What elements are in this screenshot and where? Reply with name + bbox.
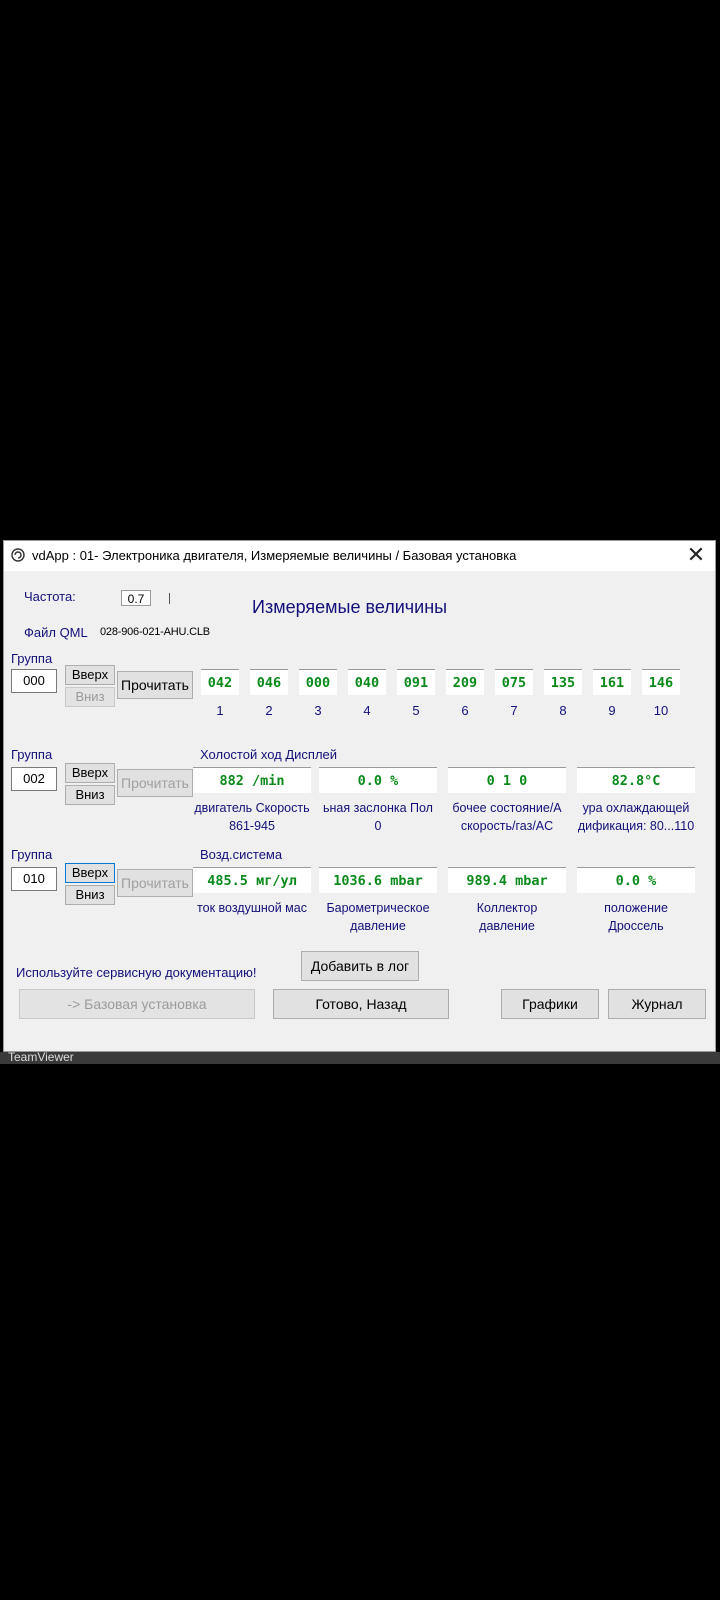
basic-setting-button[interactable]: -> Базовая установка [19, 989, 255, 1019]
group2-desc-1-line-1: двигатель Скорость [194, 801, 310, 815]
group3-desc-1-line-1: ток воздушной мас [197, 901, 307, 915]
file-label: Файл QML [24, 625, 88, 640]
service-notice: Используйте сервисную документацию! [16, 965, 257, 980]
group2-read-button[interactable]: Прочитать [117, 769, 193, 797]
group1-value-6: 209 [446, 669, 484, 695]
group3-desc-2-line-1: Барометрическое [326, 901, 430, 915]
group3-desc-4-line-2: Дроссель [608, 919, 664, 933]
title-bar: vdApp : 01- Электроника двигателя, Измер… [4, 541, 715, 571]
page-title: Измеряемые величины [252, 597, 448, 617]
group3-label: Группа [11, 847, 53, 862]
group1-value-10: 146 [642, 669, 680, 695]
group1-field-number-2: 2 [265, 703, 273, 718]
group1-field-number-8: 8 [559, 703, 567, 718]
group1-field-number-4: 4 [363, 703, 371, 718]
journal-button[interactable]: Журнал [608, 989, 706, 1019]
close-icon[interactable]: ✕ [683, 543, 709, 569]
add-log-button[interactable]: Добавить в лог [301, 951, 419, 981]
group2-desc-2-line-1: ьная заслонка Пол [323, 801, 433, 815]
group3-value-1: 485.5 мг/ул [193, 867, 311, 893]
group2-desc-2-line-2: 0 [374, 819, 382, 833]
group3-header: Возд.система [200, 847, 283, 862]
group1-value-9: 161 [593, 669, 631, 695]
group2-down-button[interactable]: Вниз [65, 785, 115, 805]
group1-value-8: 135 [544, 669, 582, 695]
group2-value-1: 882 /min [193, 767, 311, 793]
group1-value-5: 091 [397, 669, 435, 695]
group1-field-number-5: 5 [412, 703, 420, 718]
group3-read-button[interactable]: Прочитать [117, 869, 193, 897]
group1-value-1: 042 [201, 669, 239, 695]
group2-up-button[interactable]: Вверх [65, 763, 115, 783]
group2-header: Холостой ход Дисплей [200, 747, 338, 762]
group1-field-number-1: 1 [216, 703, 224, 718]
group2-desc-4-line-1: ура охлаждающей [582, 801, 690, 815]
group3-value-3: 989.4 mbar [448, 867, 566, 893]
group3-down-button[interactable]: Вниз [65, 885, 115, 905]
group1-label: Группа [11, 651, 53, 666]
file-value: 028-906-021-AHU.CLB [100, 626, 210, 638]
group3-up-button[interactable]: Вверх [65, 863, 115, 883]
group3-desc-3-line-2: давление [479, 919, 535, 933]
taskbar [0, 1052, 720, 1064]
group3-input[interactable]: 010 [11, 867, 57, 891]
group1-field-number-6: 6 [461, 703, 469, 718]
frequency-label: Частота: [24, 589, 76, 604]
done-back-button[interactable]: Готово, Назад [273, 989, 449, 1019]
group2-input[interactable]: 002 [11, 767, 57, 791]
window-title: vdApp : 01- Электроника двигателя, Измер… [32, 548, 517, 563]
group1-read-button[interactable]: Прочитать [117, 671, 193, 699]
group1-down-button[interactable]: Вниз [65, 687, 115, 707]
group2-desc-3-line-1: бочее состояние/А [452, 801, 562, 815]
group2-value-3: 0 1 0 [448, 767, 566, 793]
group1-field-number-9: 9 [608, 703, 616, 718]
group1-value-7: 075 [495, 669, 533, 695]
group3-desc-4-line-1: положение [604, 901, 668, 915]
group2-value-2: 0.0 % [319, 767, 437, 793]
group1-field-number-7: 7 [510, 703, 518, 718]
group2-desc-4-line-2: дификация: 80...110 [577, 819, 695, 833]
app-window: vdApp : 01- Электроника двигателя, Измер… [3, 540, 716, 1052]
group2-label: Группа [11, 747, 53, 762]
frequency-indicator [169, 593, 170, 604]
group1-value-4: 040 [348, 669, 386, 695]
group1-value-3: 000 [299, 669, 337, 695]
group2-desc-3-line-2: скорость/газ/AC [460, 819, 554, 833]
group3-desc-3-line-1: Коллектор [476, 901, 538, 915]
group1-up-button[interactable]: Вверх [65, 665, 115, 685]
taskbar-teamviewer[interactable]: TeamViewer [8, 1050, 74, 1064]
group2-value-4: 82.8°C [577, 767, 695, 793]
group3-desc-2-line-2: давление [350, 919, 406, 933]
frequency-value: 0.7 [121, 590, 151, 606]
app-icon [11, 548, 25, 562]
group2-desc-1-line-2: 861-945 [229, 819, 275, 833]
group1-field-number-10: 10 [653, 703, 669, 718]
graphs-button[interactable]: Графики [501, 989, 599, 1019]
group3-value-2: 1036.6 mbar [319, 867, 437, 893]
group1-field-number-3: 3 [314, 703, 322, 718]
group3-value-4: 0.0 % [577, 867, 695, 893]
group1-value-2: 046 [250, 669, 288, 695]
group1-input[interactable]: 000 [11, 669, 57, 693]
